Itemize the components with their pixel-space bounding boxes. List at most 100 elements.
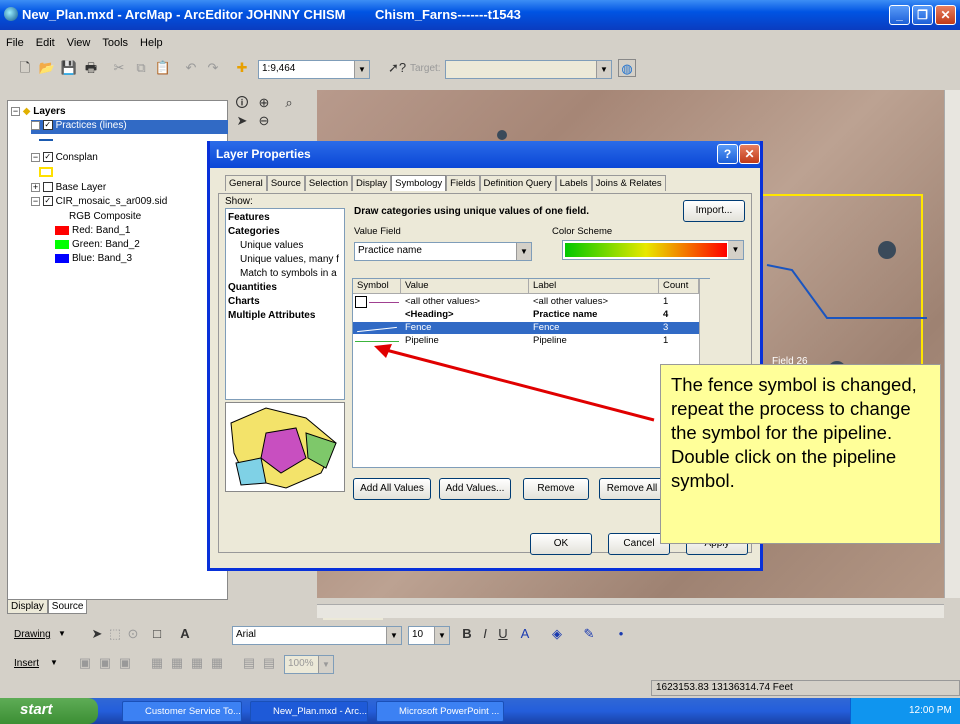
tab-joins-relates[interactable]: Joins & Relates: [591, 175, 666, 191]
menu-tools[interactable]: Tools: [96, 34, 134, 52]
chevron-down-icon[interactable]: ▼: [354, 61, 369, 78]
paste-icon[interactable]: 📋: [154, 59, 172, 77]
fixed-zoom-icon[interactable]: ▦: [168, 654, 186, 672]
underline-icon[interactable]: U: [494, 625, 512, 643]
column-header[interactable]: Label: [529, 279, 659, 294]
zoom-in-icon[interactable]: ⊕: [255, 94, 273, 112]
chevron-down-icon[interactable]: ▼: [318, 656, 333, 673]
chevron-down-icon[interactable]: ▼: [50, 658, 58, 667]
italic-icon[interactable]: I: [476, 625, 494, 643]
save-icon[interactable]: 💾: [60, 59, 78, 77]
show-item-unique-values-many[interactable]: Unique values, many f: [240, 254, 339, 265]
measure-icon[interactable]: ⌕: [280, 94, 298, 112]
insert-menu[interactable]: Insert: [14, 658, 39, 669]
chevron-down-icon[interactable]: ▼: [596, 61, 611, 78]
import-button[interactable]: Import...: [683, 200, 745, 222]
copy-icon[interactable]: ⧉: [132, 59, 150, 77]
column-header[interactable]: Symbol: [353, 279, 401, 294]
table-row[interactable]: <Heading> Practice name 4: [353, 309, 699, 321]
tab-general[interactable]: General: [225, 175, 267, 191]
select-icon[interactable]: ➤: [233, 112, 251, 130]
drawing-menu[interactable]: Drawing: [14, 629, 51, 640]
tab-source[interactable]: Source: [266, 175, 305, 191]
marker-color-icon[interactable]: •: [612, 625, 630, 643]
show-item-charts[interactable]: Charts: [228, 296, 260, 307]
add-all-values-button[interactable]: Add All Values: [353, 478, 431, 500]
value-field-combo[interactable]: Practice name ▼: [354, 242, 532, 261]
toc-item-consplan[interactable]: − ✓ Consplan: [31, 152, 98, 163]
identify-icon[interactable]: 🛈: [233, 94, 251, 112]
task-new-plan[interactable]: New_Plan.mxd - Arc...: [250, 701, 368, 722]
symbol-swatch[interactable]: [355, 296, 367, 308]
menu-help[interactable]: Help: [134, 34, 169, 52]
minimize-button[interactable]: _: [889, 5, 910, 25]
target-combo[interactable]: ▼: [445, 60, 612, 79]
start-button[interactable]: start: [0, 698, 98, 724]
editor-icon[interactable]: ◍: [618, 59, 636, 77]
tab-display[interactable]: Display: [352, 175, 392, 191]
menu-view[interactable]: View: [61, 34, 97, 52]
new-text-icon[interactable]: A: [176, 625, 194, 643]
line-color-icon[interactable]: ✎: [580, 625, 598, 643]
zoom-out-icon[interactable]: ⊖: [255, 112, 273, 130]
toc-item-cir-mosaic[interactable]: − ✓ CIR_mosaic_s_ar009.sid: [31, 196, 167, 207]
focus-frame-icon[interactable]: ▤: [260, 654, 278, 672]
table-row-selected[interactable]: Fence Fence 3: [353, 322, 699, 334]
layers-root[interactable]: − ◆ Layers: [11, 106, 66, 117]
tab-fields[interactable]: Fields: [446, 175, 480, 191]
show-item-categories[interactable]: Categories: [228, 226, 280, 237]
color-scheme-combo[interactable]: ▼: [562, 240, 744, 260]
chevron-down-icon[interactable]: ▼: [58, 629, 66, 638]
map-vertical-scrollbar[interactable]: [944, 90, 960, 598]
tab-definition-query[interactable]: Definition Query: [479, 175, 556, 191]
tab-labels[interactable]: Labels: [555, 175, 592, 191]
remove-all-button[interactable]: Remove All: [599, 478, 665, 500]
full-extent-icon[interactable]: ▦: [148, 654, 166, 672]
font-color-icon[interactable]: A: [516, 625, 534, 643]
redo-icon[interactable]: ↷: [204, 59, 222, 77]
table-row[interactable]: <all other values> <all other values> 1: [353, 296, 699, 308]
show-item-features[interactable]: Features: [228, 212, 270, 223]
tab-symbology[interactable]: Symbology: [391, 175, 447, 191]
tab-display[interactable]: Display: [7, 599, 48, 614]
whats-this-icon[interactable]: ➚?: [388, 59, 406, 77]
show-item-match-symbols[interactable]: Match to symbols in a: [240, 268, 337, 279]
print-icon[interactable]: 🖶: [82, 59, 100, 77]
chevron-down-icon[interactable]: ▼: [516, 243, 531, 260]
new-icon[interactable]: 🗋: [16, 59, 34, 77]
map-horizontal-scrollbar[interactable]: [317, 604, 944, 618]
show-item-quantities[interactable]: Quantities: [228, 282, 277, 293]
forward-extent-icon[interactable]: ▦: [208, 654, 226, 672]
open-icon[interactable]: 📂: [38, 59, 56, 77]
chevron-down-icon[interactable]: ▼: [386, 627, 401, 644]
scale-combo[interactable]: 1:9,464 ▼: [258, 60, 370, 79]
zoom-combo[interactable]: 100% ▼: [284, 655, 334, 674]
dialog-close-button[interactable]: ✕: [739, 144, 760, 164]
column-header[interactable]: Value: [401, 279, 529, 294]
toggle-draft-icon[interactable]: ▤: [240, 654, 258, 672]
show-item-unique-values[interactable]: Unique values: [240, 240, 303, 251]
zoom-out-layout-icon[interactable]: ▣: [96, 654, 114, 672]
cut-icon[interactable]: ✂: [110, 59, 128, 77]
add-values-button[interactable]: Add Values...: [439, 478, 511, 500]
font-combo[interactable]: Arial ▼: [232, 626, 402, 645]
menu-edit[interactable]: Edit: [30, 34, 61, 52]
select-elements-icon[interactable]: ➤: [88, 625, 106, 643]
font-size-combo[interactable]: 10 ▼: [408, 626, 450, 645]
chevron-down-icon[interactable]: ▼: [434, 627, 449, 644]
remove-button[interactable]: Remove: [523, 478, 589, 500]
back-extent-icon[interactable]: ▦: [188, 654, 206, 672]
toc-item-practices[interactable]: − ✓ Practices (lines): [31, 120, 228, 134]
fill-color-icon[interactable]: ◈: [548, 625, 566, 643]
show-item-multiple-attributes[interactable]: Multiple Attributes: [228, 310, 315, 321]
ok-button[interactable]: OK: [530, 533, 592, 555]
toc-item-base-layer[interactable]: + Base Layer: [31, 182, 106, 193]
rectangle-icon[interactable]: □: [148, 625, 166, 643]
menu-file[interactable]: File: [0, 34, 30, 52]
zoom-whole-icon[interactable]: ⊙: [124, 625, 142, 643]
help-button[interactable]: ?: [717, 144, 738, 164]
add-data-icon[interactable]: ✚: [233, 59, 251, 77]
close-button[interactable]: ✕: [935, 5, 956, 25]
tab-source[interactable]: Source: [47, 599, 88, 614]
chevron-down-icon[interactable]: ▼: [728, 241, 743, 259]
